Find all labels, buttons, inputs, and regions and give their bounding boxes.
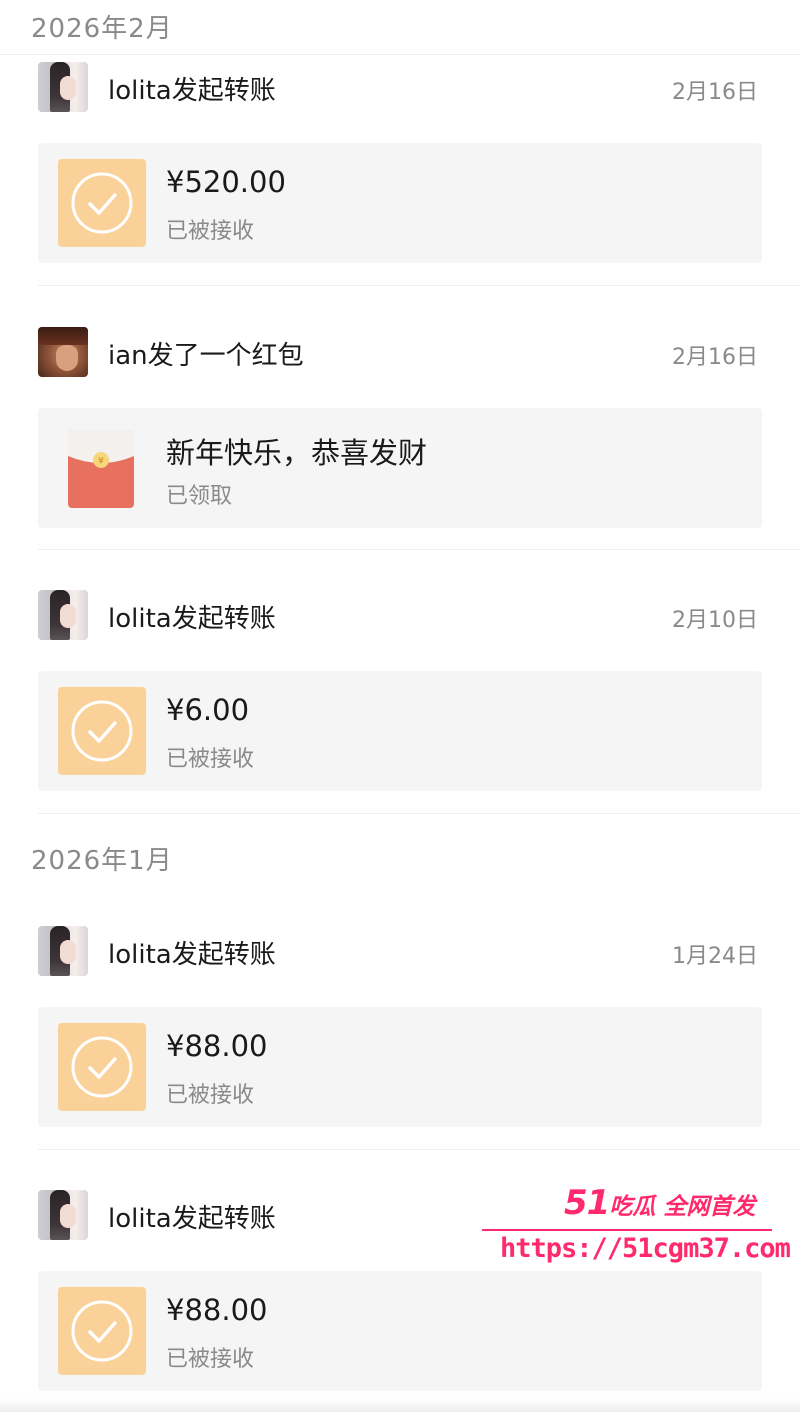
check-circle-icon <box>71 1300 133 1362</box>
record-date: 2月16日 <box>672 80 758 105</box>
transfer-amount: ¥6.00 <box>166 693 250 727</box>
month-label: 2026年2月 <box>31 14 173 44</box>
check-circle-icon <box>71 172 133 234</box>
record-date: 2月10日 <box>672 608 758 633</box>
avatar[interactable] <box>38 1190 88 1240</box>
record-title: ian发了一个红包 <box>108 341 304 371</box>
red-packet-greeting: 新年快乐，恭喜发财 <box>166 436 428 470</box>
red-packet-icon: ¥ <box>68 430 134 508</box>
record-title: lolita发起转账 <box>108 1204 276 1234</box>
record-title: lolita发起转账 <box>108 604 276 634</box>
check-circle-icon <box>71 700 133 762</box>
transfer-card[interactable]: ¥520.00 已被接收 <box>38 143 762 263</box>
avatar[interactable] <box>38 327 88 377</box>
watermark-line <box>482 1229 772 1231</box>
divider <box>38 1149 800 1150</box>
record-date: 1月24日 <box>672 944 758 969</box>
transfer-status: 已被接收 <box>166 219 255 244</box>
month-label: 2026年1月 <box>31 846 173 876</box>
transfer-card[interactable]: ¥88.00 已被接收 <box>38 1271 762 1391</box>
transfer-amount: ¥88.00 <box>166 1293 268 1327</box>
transfer-card[interactable]: ¥88.00 已被接收 <box>38 1007 762 1127</box>
divider <box>38 813 800 814</box>
transfer-status: 已被接收 <box>166 1083 255 1108</box>
divider <box>38 285 800 286</box>
red-packet-status: 已领取 <box>166 484 233 509</box>
transfer-amount: ¥88.00 <box>166 1029 268 1063</box>
transfer-card[interactable]: ¥6.00 已被接收 <box>38 671 762 791</box>
month-header: 2026年2月 <box>0 0 800 55</box>
watermark: 51吃瓜 全网首发 https://51cgm37.com <box>482 1183 791 1283</box>
bottom-shade <box>0 1398 800 1412</box>
watermark-brand: 51吃瓜 全网首发 <box>564 1183 755 1223</box>
avatar[interactable] <box>38 62 88 112</box>
watermark-url: https://51cgm37.com <box>500 1233 791 1264</box>
record-title: lolita发起转账 <box>108 76 276 106</box>
record-title: lolita发起转账 <box>108 940 276 970</box>
transfer-tile <box>58 159 146 247</box>
svg-text:¥: ¥ <box>98 457 104 467</box>
divider <box>38 549 800 550</box>
red-packet-card[interactable]: ¥ 新年快乐，恭喜发财 已领取 <box>38 408 762 528</box>
avatar[interactable] <box>38 926 88 976</box>
transfer-tile <box>58 1023 146 1111</box>
transfer-status: 已被接收 <box>166 747 255 772</box>
transfer-tile <box>58 1287 146 1375</box>
avatar[interactable] <box>38 590 88 640</box>
watermark-brand-text: 吃瓜 全网首发 <box>609 1194 756 1220</box>
month-header: 2026年1月 <box>0 832 800 886</box>
record-date: 2月16日 <box>672 345 758 370</box>
watermark-brand-number: 51 <box>564 1183 610 1223</box>
transfer-tile <box>58 687 146 775</box>
check-circle-icon <box>71 1036 133 1098</box>
transfer-amount: ¥520.00 <box>166 165 286 199</box>
transfer-status: 已被接收 <box>166 1347 255 1372</box>
